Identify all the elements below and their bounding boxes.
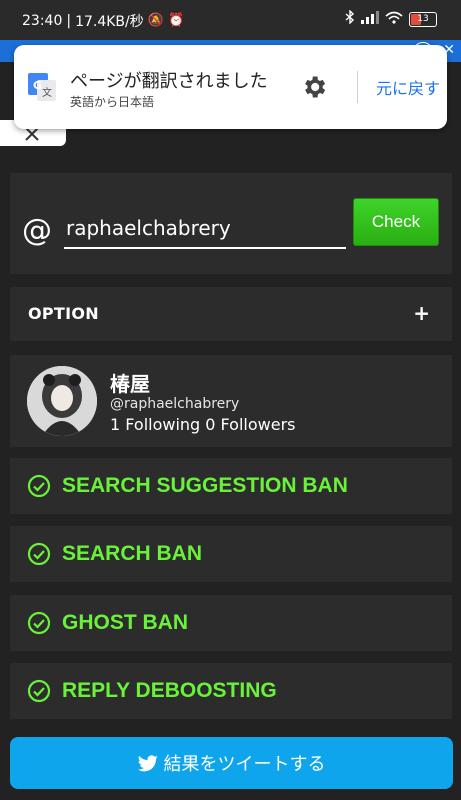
network-speed: 17.4KB/秒 <box>75 14 144 30</box>
svg-text:文: 文 <box>42 86 52 99</box>
username-input[interactable] <box>64 209 346 249</box>
ban-label: SEARCH SUGGESTION BAN <box>62 474 348 497</box>
check-circle-icon <box>27 611 51 635</box>
status-bar: 23:40 | 17.4KB/秒 🔕 ⏰ 13 <box>0 0 461 40</box>
tweet-label: 結果をツイートする <box>163 754 326 775</box>
revert-translation-button[interactable]: 元に戻す <box>376 75 440 99</box>
battery-level: 13 <box>417 14 429 24</box>
status-time: 23:40 <box>22 13 63 29</box>
translate-divider <box>357 71 358 103</box>
check-circle-icon <box>27 679 51 703</box>
check-circle-icon <box>27 542 51 566</box>
mute-icon: 🔕 <box>147 13 164 28</box>
wifi-icon <box>385 11 403 29</box>
avatar-image <box>27 366 97 436</box>
ban-row-reply-deboosting[interactable]: REPLY DEBOOSTING <box>10 663 452 719</box>
profile-card: 椿屋 @raphaelchabrery 1 Following 0 Follow… <box>10 355 452 447</box>
twitter-bird-icon <box>137 754 158 771</box>
ban-label: SEARCH BAN <box>62 542 203 565</box>
signal-icon <box>361 10 379 29</box>
option-label: OPTION <box>28 304 99 323</box>
translate-title: ページが翻訳されました <box>70 71 268 92</box>
ban-label: REPLY DEBOOSTING <box>62 679 277 702</box>
at-symbol: @ <box>22 213 52 248</box>
ban-row-ghost[interactable]: GHOST BAN <box>10 595 452 651</box>
avatar <box>27 366 97 436</box>
battery-icon: 13 <box>409 12 437 27</box>
translate-banner: G 文 ページが翻訳されました 英語から日本語 元に戻す <box>14 45 447 129</box>
option-toggle[interactable]: OPTION + <box>10 287 452 341</box>
search-card: @ Check <box>10 173 452 274</box>
check-circle-icon <box>27 474 51 498</box>
check-button[interactable]: Check <box>353 198 439 246</box>
ban-row-search-suggestion[interactable]: SEARCH SUGGESTION BAN <box>10 458 452 514</box>
svg-text:G: G <box>33 79 42 92</box>
bluetooth-icon <box>345 9 355 29</box>
tweet-result-button[interactable]: 結果をツイートする <box>10 737 453 789</box>
plus-icon[interactable]: + <box>413 301 430 325</box>
profile-stats: 1 Following 0 Followers <box>110 415 296 434</box>
profile-handle: @raphaelchabrery <box>110 396 240 412</box>
status-divider: | <box>66 13 72 29</box>
google-translate-icon: G 文 <box>28 73 56 101</box>
ban-row-search[interactable]: SEARCH BAN <box>10 526 452 582</box>
ban-label: GHOST BAN <box>62 611 188 634</box>
alarm-icon: ⏰ <box>167 13 185 28</box>
gear-icon[interactable] <box>300 73 328 101</box>
translate-subtitle: 英語から日本語 <box>70 95 155 109</box>
profile-name: 椿屋 <box>110 372 150 396</box>
